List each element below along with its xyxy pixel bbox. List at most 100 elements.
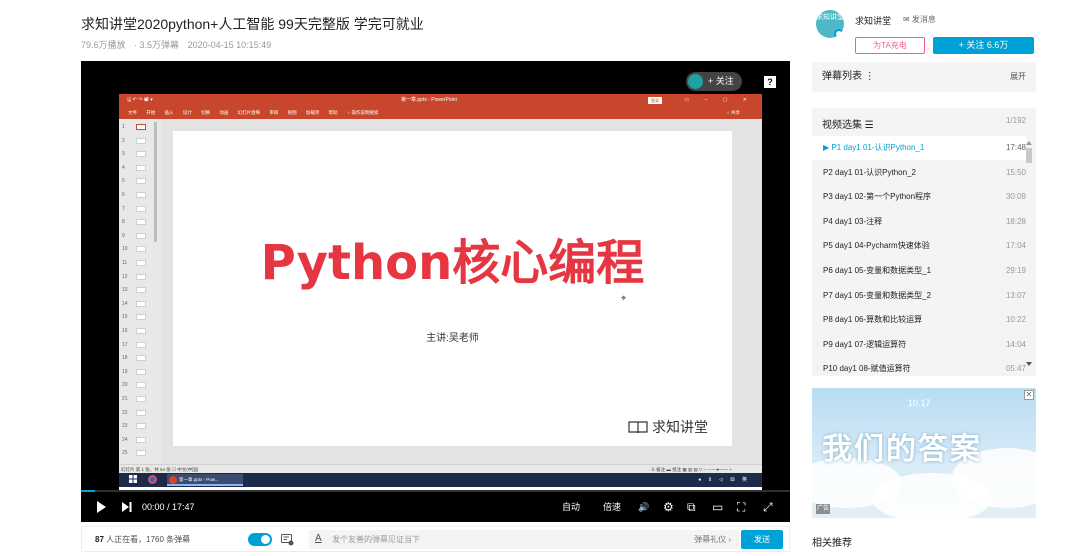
send-button[interactable]: 发送	[741, 530, 783, 549]
ribbon-tab: 动画	[219, 110, 229, 115]
follow-button[interactable]: + 关注 6.6万	[933, 37, 1034, 54]
slide-thumbnail: 8	[122, 217, 158, 227]
next-icon[interactable]	[122, 502, 132, 512]
episode-item[interactable]: P4 day1 03-注释 18:28	[812, 210, 1026, 234]
help-icon[interactable]: ?	[764, 76, 776, 88]
slide-number: 22	[122, 409, 128, 416]
episode-item[interactable]: P3 day1 02-第一个Python程序 30:09	[812, 185, 1026, 209]
danmaku-toggle[interactable]	[248, 533, 272, 546]
slide-number: 15	[122, 314, 128, 321]
episode-item[interactable]: P10 day1 08-赋值运算符 05:47	[812, 357, 1026, 376]
episode-duration: 14:04	[1005, 339, 1026, 349]
video-player[interactable]: 🖫 ↶ ↷ 📽 ▾ 第一章.pptx - PowerPoint 登录 ▭ – ▢…	[81, 61, 790, 522]
danmaku-placeholder: 发个友善的弹幕见证当下	[332, 535, 420, 544]
episode-item[interactable]: P6 day1 05-变量和数据类型_1 29:19	[812, 259, 1026, 283]
ppt-ribbon: 文件 开始 插入 设计 切换 动画 幻灯片放映 审阅 视图 加载项 帮助 ♀ 操…	[119, 107, 762, 119]
slide-thumbnail-box	[136, 164, 146, 171]
episode-item[interactable]: P8 day1 06-算数和比较运算 10:22	[812, 308, 1026, 332]
ribbon-tab: 幻灯片放映	[237, 110, 261, 115]
episode-label: P3 day1 02-第一个Python程序	[823, 192, 932, 202]
related-title: 相关推荐	[812, 538, 852, 549]
slide-thumbnail-box	[136, 423, 146, 430]
video-meta: 79.6万播放 · 3.5万弹幕 2020-04-15 10:15:49	[81, 38, 277, 51]
episode-scrollbar[interactable]	[1026, 140, 1032, 370]
slide-thumbnail: 15	[122, 312, 158, 322]
slide-thumbnail: 12	[122, 272, 158, 282]
ad-banner[interactable]: 10.17 我们的答案 ✕ 广告	[812, 388, 1036, 518]
widescreen-icon[interactable]: ▭	[712, 492, 723, 522]
episode-list: 视频选集 ☰ 1/192 ▶ P1 day1 01-认识Python_1 17:4…	[812, 108, 1036, 376]
episode-label: P10 day1 08-赋值运算符	[823, 364, 911, 374]
episode-item[interactable]: P7 day1 05-变量和数据类型_2 13:07	[812, 284, 1026, 308]
quality-button[interactable]: 自动	[562, 492, 580, 522]
episode-item[interactable]: P5 day1 04-Pycharm快速体验 17:04	[812, 234, 1026, 258]
viewer-label: 人正在看，	[103, 535, 147, 544]
ppt-status-bar: 幻灯片 第 1 张，共 54 张 ☐ 中文(中国) ≙ 备注 ▬ 批注 ▦ ▥ …	[119, 464, 762, 473]
video-page: 求知讲堂2020python+人工智能 99天完整版 学完可就业 79.6万播放…	[0, 0, 1080, 556]
taskbar-ppt-app: 第一章.pptx - Pow...	[167, 474, 243, 486]
scroll-down-icon[interactable]	[1026, 362, 1032, 367]
slide-number: 2	[122, 137, 125, 144]
danmaku-style-icon[interactable]: A	[315, 533, 322, 544]
play-icon[interactable]	[96, 501, 107, 513]
danmaku-total-label: 条弹幕	[163, 535, 191, 544]
status-left: 幻灯片 第 1 张，共 54 张 ☐ 中文(中国)	[121, 467, 199, 472]
slide-thumbnail-box	[136, 341, 146, 348]
danmaku-send-bar: 87 人正在看，1760 条弹幕 A 发个友善的弹幕见证当下 弹幕礼仪 › 发送	[81, 526, 790, 552]
slide-thumbnail: 20	[122, 380, 158, 390]
slide-title: Python核心编程	[260, 235, 645, 291]
uploader-avatar[interactable]: 求知讲堂	[816, 10, 844, 38]
logo-text: 求知讲堂	[652, 419, 708, 435]
ad-tag: 广告	[816, 504, 830, 514]
video-title: 求知讲堂2020python+人工智能 99天完整版 学完可就业	[81, 16, 424, 32]
slide-number: 11	[122, 260, 128, 266]
slide-number: 16	[122, 328, 128, 334]
slide-thumbnail: 17	[122, 340, 158, 350]
ad-close-icon[interactable]: ✕	[1024, 390, 1034, 400]
speed-button[interactable]: 倍速	[603, 492, 621, 522]
settings-icon[interactable]: ⚙	[663, 492, 674, 522]
episode-item[interactable]: P9 day1 07-逻辑运算符 14:04	[812, 333, 1026, 357]
slide-number: 10	[122, 246, 128, 253]
web-fullscreen-icon[interactable]: ⛶	[737, 492, 745, 522]
powerpoint-window: 🖫 ↶ ↷ 📽 ▾ 第一章.pptx - PowerPoint 登录 ▭ – ▢…	[119, 94, 762, 522]
slide-thumbnail: 24	[122, 435, 158, 445]
slide-thumbnail-box	[136, 409, 146, 416]
slide-thumbnail-box	[136, 450, 146, 457]
slide-number: 17	[122, 341, 128, 348]
player-follow-button[interactable]: + 关注	[686, 72, 742, 91]
message-link[interactable]: ✉ 发消息	[903, 14, 936, 25]
danmaku-input[interactable]: A 发个友善的弹幕见证当下 弹幕礼仪 ›	[309, 530, 739, 549]
pip-icon[interactable]: ⧉	[687, 492, 696, 522]
episode-duration: 29:19	[1005, 266, 1026, 275]
slide-thumbnail-box	[136, 124, 146, 130]
expand-button[interactable]: 展开	[1010, 62, 1026, 92]
slide-thumbnail-box	[136, 382, 146, 389]
danmaku-list-header[interactable]: 弹幕列表 ⋮ 展开	[812, 62, 1036, 92]
episode-count: 1/192	[1005, 116, 1026, 125]
slide-thumbnail-box	[136, 396, 146, 402]
episode-duration: 15:50	[1005, 167, 1026, 177]
episode-duration: 13:07	[1005, 290, 1026, 300]
fullscreen-icon[interactable]: ⤢	[763, 492, 773, 522]
ppt-title-bar: 🖫 ↶ ↷ 📽 ▾ 第一章.pptx - PowerPoint 登录 ▭ – ▢…	[119, 94, 762, 107]
episode-item[interactable]: ▶ P1 day1 01-认识Python_1 17:48	[812, 136, 1026, 160]
ppt-share: ♀ 共享	[726, 110, 740, 115]
slide-thumbnail-box	[136, 287, 146, 294]
slide-number: 20	[122, 382, 128, 389]
volume-icon[interactable]: 🔊	[638, 492, 649, 522]
ppt-window-controls: ▭ – ▢ ✕	[684, 97, 754, 103]
danmaku-etiquette-link[interactable]: 弹幕礼仪 ›	[694, 530, 731, 549]
slide-number: 8	[122, 219, 125, 226]
danmaku-settings-icon[interactable]	[281, 534, 294, 546]
slide-number: 25	[122, 450, 128, 457]
charge-button[interactable]: 为TA充电	[855, 37, 925, 54]
episode-item[interactable]: P2 day1 01-认识Python_2 15:50	[812, 161, 1026, 185]
episode-label: P7 day1 05-变量和数据类型_2	[823, 290, 932, 300]
episode-scroll-knob[interactable]	[1026, 148, 1032, 163]
slide-number: 9	[122, 232, 125, 239]
ribbon-tab: 插入	[164, 110, 174, 115]
ribbon-tab: 帮助	[328, 110, 338, 115]
scroll-up-icon[interactable]	[1026, 140, 1032, 145]
uploader-name[interactable]: 求知讲堂	[855, 14, 891, 27]
